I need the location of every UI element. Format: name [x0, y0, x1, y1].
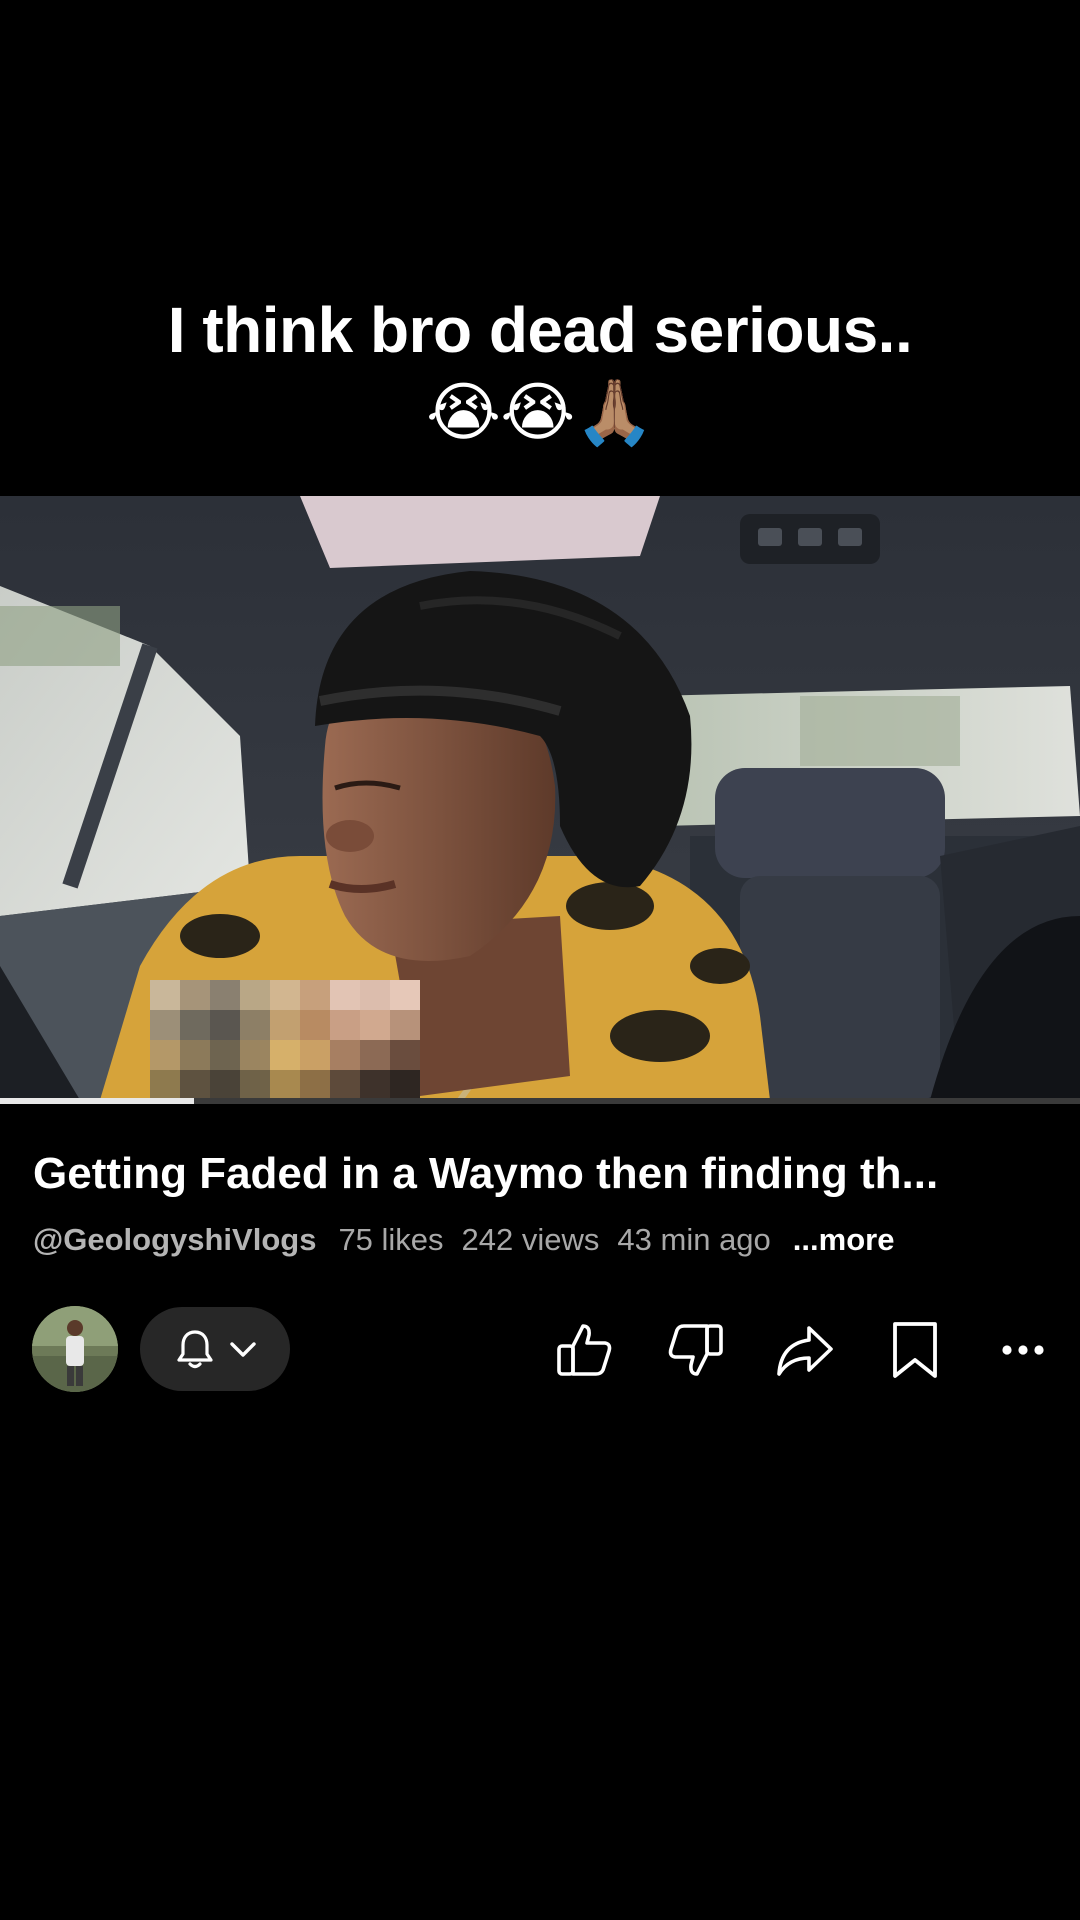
video-progress-fill: [0, 1098, 195, 1104]
bookmark-icon: [893, 1322, 937, 1378]
notification-button[interactable]: [140, 1307, 290, 1391]
caption-emojis: 😭😭🙏🏽: [426, 376, 654, 450]
like-button[interactable]: [553, 1318, 617, 1382]
video-meta-row: @GeologyshiVlogs 75 likes 242 views 43 min …: [33, 1218, 912, 1262]
video-frame: [0, 496, 1080, 1100]
channel-handle[interactable]: @GeologyshiVlogs: [33, 1222, 316, 1257]
thumbs-up-icon: [557, 1324, 612, 1376]
video-caption: I think bro dead serious.. 😭😭🙏🏽: [0, 290, 1080, 456]
avatar-image: [32, 1306, 118, 1392]
more-icon: [1002, 1345, 1044, 1355]
bell-icon: [177, 1330, 213, 1369]
share-button[interactable]: [773, 1318, 837, 1382]
video-progress-bar[interactable]: [0, 1098, 1080, 1104]
dislike-button[interactable]: [663, 1318, 727, 1382]
thumbs-down-icon: [668, 1324, 723, 1376]
more-link[interactable]: ...more: [793, 1222, 895, 1257]
video-title[interactable]: Getting Faded in a Waymo then finding th…: [33, 1144, 1053, 1204]
save-button[interactable]: [883, 1318, 947, 1382]
video-player[interactable]: [0, 496, 1080, 1100]
caption-text: I think bro dead serious..: [167, 294, 913, 366]
chevron-down-icon: [230, 1342, 256, 1357]
views-count: 242 views: [461, 1222, 600, 1257]
more-options-button[interactable]: [993, 1318, 1057, 1382]
share-icon: [777, 1326, 833, 1376]
likes-count: 75 likes: [338, 1222, 444, 1257]
channel-avatar[interactable]: [32, 1306, 118, 1392]
upload-time: 43 min ago: [617, 1222, 771, 1257]
